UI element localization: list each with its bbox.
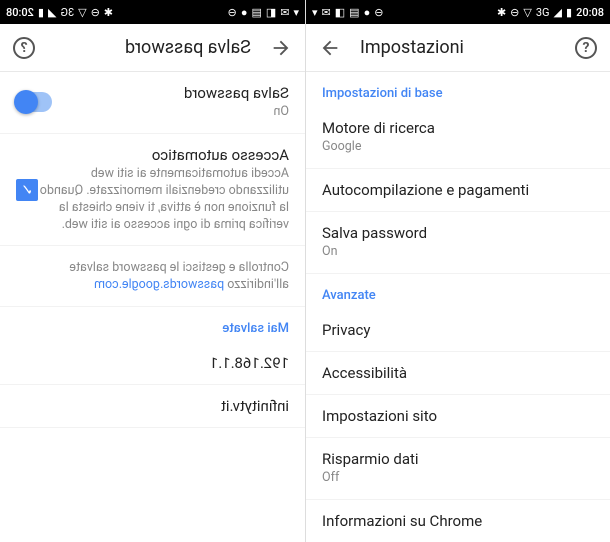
manage-passwords-row[interactable]: Controlla e gestisci le password salvate… <box>0 246 305 307</box>
save-password-toggle-row[interactable]: Salva password On <box>0 72 305 134</box>
section-header-advanced: Avanzate <box>306 274 610 309</box>
passwords-link[interactable]: passwords.google.com <box>94 277 224 292</box>
auto-signin-row[interactable]: Accesso automatico Accedi automaticament… <box>0 134 305 247</box>
toggle-switch[interactable] <box>16 92 52 112</box>
section-header-basic: Impostazioni di base <box>306 72 610 107</box>
item-label: Salva password <box>322 224 594 242</box>
item-label: 192.168.1.1 <box>210 354 289 372</box>
item-sublabel: On <box>52 104 289 121</box>
never-saved-header: Mai salvate <box>0 307 305 342</box>
site-settings-row[interactable]: Impostazioni sito <box>306 395 610 438</box>
back-arrow-icon[interactable] <box>318 36 342 60</box>
page-title: Impostazioni <box>360 37 556 58</box>
item-label: Motore di ricerca <box>322 119 594 137</box>
checkbox-icon[interactable]: ✓ <box>16 179 38 201</box>
item-sublabel: On <box>322 244 594 261</box>
item-sublabel: Off <box>322 470 594 487</box>
item-label: Informazioni su Chrome <box>322 512 482 530</box>
item-label: Autocompilazione e pagamenti <box>322 181 529 199</box>
page-title: Salva password <box>54 37 251 58</box>
status-bar: ▾✉◧▤●⊖ ✱⊖▽3G◢▮ 20:08 <box>306 0 610 24</box>
never-saved-item[interactable]: infinitytv.it <box>0 385 305 428</box>
autofill-row[interactable]: Autocompilazione e pagamenti <box>306 169 610 212</box>
item-label: Risparmio dati <box>322 450 594 468</box>
item-label: Privacy <box>322 321 370 339</box>
item-sublabel: Accedi automaticamente ai siti web utili… <box>38 166 289 234</box>
item-label: Impostazioni sito <box>322 407 437 425</box>
app-bar: Impostazioni ? <box>306 24 610 72</box>
data-saver-row[interactable]: Risparmio dati Off <box>306 438 610 500</box>
help-icon[interactable]: ? <box>574 36 598 60</box>
privacy-row[interactable]: Privacy <box>306 309 610 352</box>
search-engine-row[interactable]: Motore di ricerca Google <box>306 107 610 169</box>
save-password-row[interactable]: Salva password On <box>306 212 610 274</box>
help-icon[interactable]: ? <box>12 36 36 60</box>
item-label: infinitytv.it <box>221 397 289 415</box>
app-bar: Salva password ? <box>0 24 305 72</box>
manage-text: Controlla e gestisci le password salvate… <box>16 260 289 294</box>
accessibility-row[interactable]: Accessibilità <box>306 352 610 395</box>
status-bar: ▾✉◧▤●⊖ ✱⊖▽3G◢▮ 20:08 <box>0 0 305 24</box>
item-label: Accesso automatico <box>38 146 289 164</box>
item-label: Accessibilità <box>322 364 407 382</box>
never-saved-item[interactable]: 192.168.1.1 <box>0 342 305 385</box>
back-arrow-icon[interactable] <box>269 36 293 60</box>
item-label: Salva password <box>52 84 289 102</box>
about-chrome-row[interactable]: Informazioni su Chrome <box>306 500 610 542</box>
item-sublabel: Google <box>322 139 594 156</box>
